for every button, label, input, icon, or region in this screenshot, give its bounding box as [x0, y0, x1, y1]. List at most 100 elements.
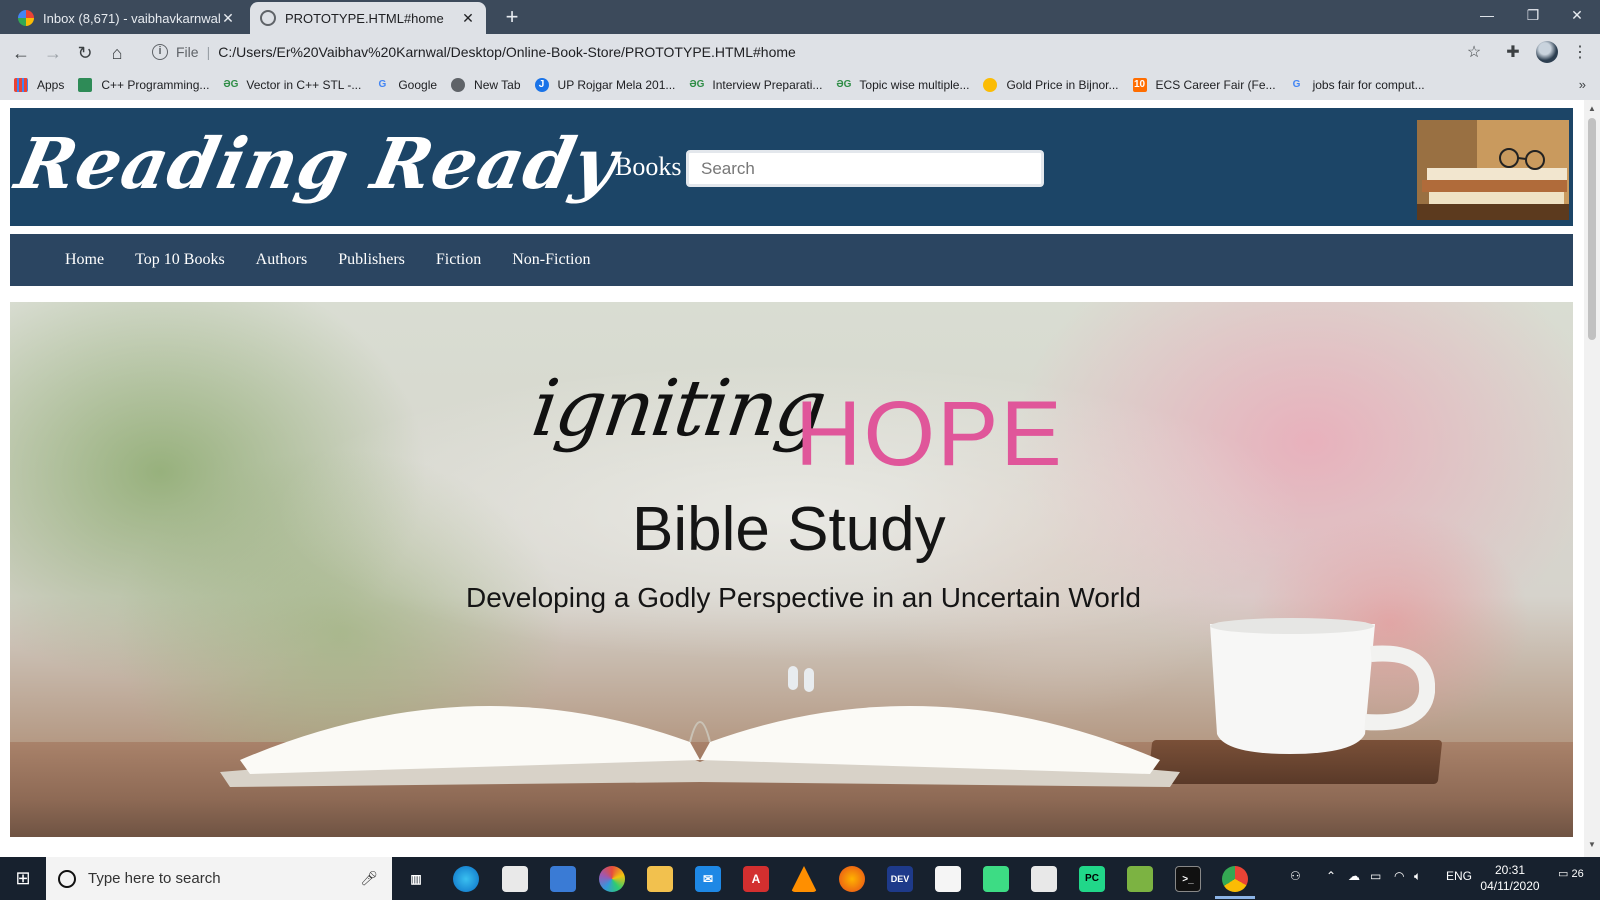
mail-icon[interactable]: ✉ [695, 866, 721, 892]
close-window-button[interactable]: ✕ [1554, 0, 1600, 32]
language-indicator[interactable]: ENG [1446, 869, 1472, 883]
ecs-icon: 10 [1132, 78, 1147, 92]
site-logo[interactable]: Reading Ready [9, 122, 625, 205]
address-separator: | [206, 44, 211, 60]
scroll-down-icon[interactable]: ▼ [1588, 840, 1596, 849]
people-icon[interactable]: ⚇ [1290, 869, 1301, 883]
tab-title: PROTOTYPE.HTML#home [285, 10, 444, 26]
paint-icon[interactable] [599, 866, 625, 892]
bookmark-up-rojgar[interactable]: J UP Rojgar Mela 201... [534, 78, 675, 92]
google-icon: G [1292, 79, 1301, 90]
site-header: Reading Ready Books [9, 108, 1573, 226]
gold-icon [983, 78, 998, 92]
bookmark-apps[interactable]: Apps [14, 78, 64, 92]
network-tool-icon[interactable] [1031, 866, 1057, 892]
vlc-icon[interactable] [791, 866, 817, 892]
bookmark-label: Google [398, 78, 438, 92]
star-icon[interactable]: ☆ [1464, 43, 1484, 63]
reload-icon[interactable]: ↻ [72, 40, 98, 66]
tab-prototype[interactable]: PROTOTYPE.HTML#home ✕ [250, 2, 486, 34]
nav-publishers[interactable]: Publishers [338, 251, 405, 269]
bookmark-label: Interview Preparati... [712, 78, 823, 92]
scroll-thumb[interactable] [1588, 118, 1596, 340]
close-tab-icon[interactable]: ✕ [460, 10, 476, 27]
bookmark-label: C++ Programming... [101, 78, 210, 92]
books-glasses-photo [1417, 120, 1569, 220]
bookmark-gold-price[interactable]: Gold Price in Bijnor... [983, 78, 1119, 92]
restore-button[interactable]: ❐ [1510, 0, 1556, 32]
bookmark-label: Apps [37, 78, 65, 92]
acrobat-icon[interactable]: A [743, 866, 769, 892]
bookmark-label: Gold Price in Bijnor... [1006, 78, 1119, 92]
bookmark-label: ECS Career Fair (Fe... [1155, 78, 1276, 92]
google-icon: G [378, 79, 387, 90]
bookmark-new-tab[interactable]: New Tab [451, 78, 521, 92]
gmail-icon [18, 10, 34, 26]
hero-script-word: igniting [526, 364, 830, 454]
back-icon[interactable]: ← [8, 40, 34, 66]
apps-grid-icon [14, 78, 28, 92]
notification-center[interactable]: ▭ 26 [1558, 867, 1584, 891]
store-icon[interactable] [502, 866, 528, 892]
menu-icon[interactable]: ⋮ [1570, 43, 1590, 63]
address-bar[interactable]: i File | C:/Users/Er%20Vaibhav%20Karnwal… [144, 38, 1479, 66]
bookmark-vector[interactable]: ƏG Vector in C++ STL -... [223, 78, 361, 92]
close-tab-icon[interactable]: ✕ [220, 10, 236, 27]
calculator-icon[interactable] [550, 866, 576, 892]
bookmark-google[interactable]: G Google [375, 78, 437, 92]
notification-count: 26 [1571, 868, 1584, 880]
nav-top-10-books[interactable]: Top 10 Books [135, 251, 225, 269]
android-studio-icon[interactable] [983, 866, 1009, 892]
minimize-button[interactable]: — [1464, 0, 1510, 32]
nav-home[interactable]: Home [65, 251, 104, 269]
bookmark-interview[interactable]: ƏG Interview Preparati... [689, 78, 822, 92]
tab-title: Inbox (8,671) - vaibhavkarnwal28 [43, 10, 220, 26]
extensions-icon[interactable]: ✚ [1503, 43, 1523, 63]
tab-inbox[interactable]: Inbox (8,671) - vaibhavkarnwal28 ✕ [8, 2, 246, 34]
active-app-indicator [1215, 896, 1255, 899]
page-scrollbar[interactable]: ▲ ▼ [1584, 100, 1600, 857]
bookmark-label: New Tab [474, 78, 521, 92]
taskbar-search[interactable]: Type here to search 🎤︎ [46, 857, 392, 900]
search-input[interactable] [686, 150, 1044, 187]
chevron-up-icon[interactable]: ⌃ [1326, 869, 1336, 883]
windows-taskbar: ⊞ Type here to search 🎤︎ ▥ ✉ A DEV PC >_… [0, 857, 1600, 900]
avatar[interactable] [1536, 41, 1558, 63]
battery-icon[interactable]: ▭ [1370, 869, 1381, 883]
scroll-up-icon[interactable]: ▲ [1588, 104, 1596, 113]
firefox-icon[interactable] [839, 866, 865, 892]
notepad-icon[interactable] [935, 866, 961, 892]
globe-icon [451, 78, 466, 92]
cortana-icon [58, 869, 76, 888]
task-view-icon[interactable]: ▥ [403, 866, 429, 892]
chrome-icon[interactable] [1222, 866, 1248, 892]
bookmarks-overflow-icon[interactable]: » [1579, 77, 1586, 92]
clock[interactable]: 20:31 04/11/2020 [1480, 862, 1540, 894]
clock-date: 04/11/2020 [1480, 879, 1540, 893]
volume-icon[interactable]: 🔈︎ [1414, 869, 1421, 884]
nav-fiction[interactable]: Fiction [436, 251, 481, 269]
open-book-illustration [220, 666, 1180, 787]
new-tab-button[interactable]: + [498, 4, 526, 32]
hero-tagline: Developing a Godly Perspective in an Unc… [466, 582, 1141, 613]
file-explorer-icon[interactable] [647, 866, 673, 892]
wifi-icon[interactable]: ◠ [1394, 869, 1404, 883]
terminal-icon[interactable]: >_ [1175, 866, 1201, 892]
edge-icon[interactable] [453, 866, 479, 892]
microphone-icon[interactable]: 🎤︎ [360, 870, 378, 887]
dev-cpp-icon[interactable]: DEV [887, 866, 913, 892]
windows-start-icon[interactable]: ⊞ [0, 857, 46, 900]
bookmark-jobs-fair[interactable]: G jobs fair for comput... [1290, 78, 1425, 92]
home-icon[interactable]: ⌂ [104, 40, 130, 66]
address-url[interactable]: C:/Users/Er%20Vaibhav%20Karnwal/Desktop/… [218, 44, 796, 60]
bookmark-topic-wise[interactable]: ƏG Topic wise multiple... [836, 78, 969, 92]
cloud-icon[interactable]: ☁ [1348, 869, 1360, 883]
nav-authors[interactable]: Authors [256, 251, 308, 269]
notepad-plus-icon[interactable] [1127, 866, 1153, 892]
bookmark-cpp[interactable]: C++ Programming... [78, 78, 209, 92]
info-icon[interactable]: i [152, 44, 168, 60]
pycharm-icon[interactable]: PC [1079, 866, 1105, 892]
forward-icon[interactable]: → [40, 40, 66, 66]
nav-non-fiction[interactable]: Non-Fiction [512, 251, 590, 269]
bookmark-ecs[interactable]: 10 ECS Career Fair (Fe... [1132, 78, 1276, 92]
